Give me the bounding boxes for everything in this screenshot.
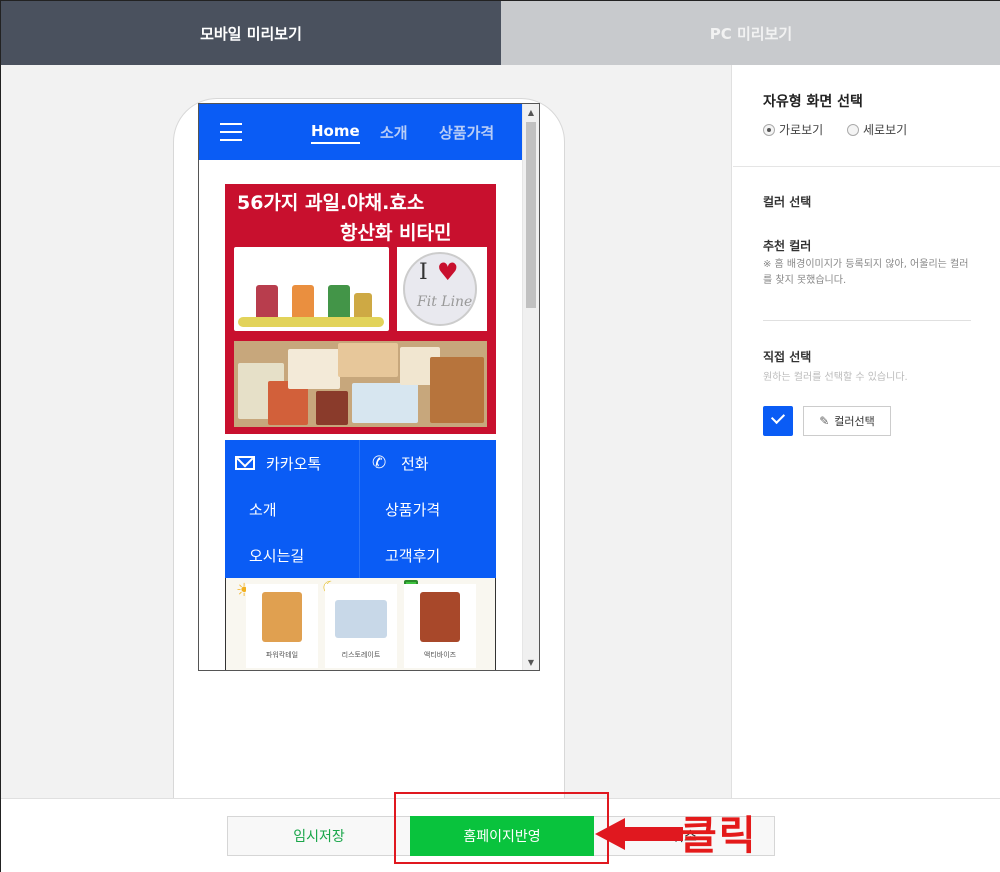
settings-panel: 자유형 화면 선택 가로보기 세로보기 컬러 선택 추천 컬러 ※ 홈 배경이미… xyxy=(733,65,1000,798)
radio-portrait[interactable]: 세로보기 xyxy=(847,121,907,138)
site-nav-bar: Home 소개 상품가격 xyxy=(199,104,522,160)
recommend-color-note: ※ 홈 배경이미지가 등록되지 않아, 어울리는 컬러를 찾지 못했습니다. xyxy=(763,259,969,286)
radio-landscape-label: 가로보기 xyxy=(779,123,824,137)
screen-scrollbar[interactable]: ▲ ▼ xyxy=(522,104,539,670)
direct-select-title: 직접 선택 xyxy=(763,350,812,364)
radio-landscape[interactable]: 가로보기 xyxy=(763,121,823,138)
preview-tabs: 모바일 미리보기 PC 미리보기 xyxy=(1,1,1000,65)
tab-pc-preview[interactable]: PC 미리보기 xyxy=(501,1,1000,65)
scroll-thumb[interactable] xyxy=(526,122,536,308)
fitline-logo: I ♥ Fit Line xyxy=(403,252,477,326)
radio-selected-icon xyxy=(763,123,775,136)
site-nav-home[interactable]: Home xyxy=(311,122,360,144)
color-picker-button[interactable]: ✎ 컬러선택 xyxy=(803,406,891,436)
annotation-arrow-icon xyxy=(595,818,683,850)
site-nav-about[interactable]: 소개 xyxy=(380,122,408,143)
menu-reviews[interactable]: 고객후기 xyxy=(385,545,440,566)
tab-mobile-preview[interactable]: 모바일 미리보기 xyxy=(1,1,501,65)
radio-portrait-label: 세로보기 xyxy=(863,123,908,137)
color-select-title: 컬러 선택 xyxy=(763,195,812,209)
annotation-click-label: 클릭 xyxy=(680,813,758,859)
selected-color-swatch[interactable] xyxy=(763,406,793,436)
site-menu-grid: 카카오톡 ✆ 전화 소개 상품가격 오시는길 고객후기 xyxy=(225,440,496,578)
promo-banner: 56가지 과일.야채.효소 항산화 비타민 I ♥ Fit Line xyxy=(225,184,496,434)
product-name: 액티바이즈 xyxy=(423,651,457,659)
section-divider xyxy=(763,320,971,321)
menu-kakao[interactable]: 카카오톡 xyxy=(266,453,322,474)
annotation-highlight-box xyxy=(394,792,609,864)
menu-about[interactable]: 소개 xyxy=(249,499,277,520)
drinks-image xyxy=(234,247,389,331)
color-picker-label: 컬러선택 xyxy=(834,415,875,428)
product-name: 파워칵테일 xyxy=(265,651,299,659)
phone-icon: ✆ xyxy=(372,453,387,473)
banner-line-2: 항산화 비타민 xyxy=(340,222,452,244)
menu-divider xyxy=(359,440,360,578)
scroll-down-arrow-icon[interactable]: ▼ xyxy=(523,654,539,670)
menu-directions[interactable]: 오시는길 xyxy=(249,545,304,566)
site-nav-price[interactable]: 상품가격 xyxy=(439,122,494,143)
product-strip: ☀ ☾ 파워칵테일 리스토레이트 액티바이즈 xyxy=(225,578,496,670)
hamburger-menu-icon[interactable] xyxy=(220,123,242,141)
banner-line-1: 56가지 과일.야채.효소 xyxy=(237,192,425,214)
product-card[interactable]: 파워칵테일 xyxy=(246,584,318,668)
direct-select-note: 원하는 컬러를 선택할 수 있습니다. xyxy=(763,372,908,383)
mail-icon xyxy=(235,456,255,470)
scroll-up-arrow-icon[interactable]: ▲ xyxy=(523,104,539,120)
recommend-color-title: 추천 컬러 xyxy=(763,239,812,253)
product-card[interactable]: 리스토레이트 xyxy=(325,584,397,668)
temp-save-button[interactable]: 임시저장 xyxy=(227,816,411,856)
product-card[interactable]: 액티바이즈 xyxy=(404,584,476,668)
product-image xyxy=(420,592,460,642)
product-image xyxy=(335,600,387,638)
menu-call[interactable]: 전화 xyxy=(401,453,429,474)
fitline-logo-image: I ♥ Fit Line xyxy=(397,247,487,331)
screen-type-title: 자유형 화면 선택 xyxy=(763,94,863,110)
radio-unselected-icon xyxy=(847,123,859,136)
products-image xyxy=(234,341,487,427)
menu-price[interactable]: 상품가격 xyxy=(385,499,440,520)
phone-screen: Home 소개 상품가격 56가지 과일.야채.효소 항산화 비타민 I ♥ Fit… xyxy=(198,103,540,671)
product-image xyxy=(262,592,302,642)
eyedropper-icon: ✎ xyxy=(819,414,830,428)
panel-divider xyxy=(733,166,1000,167)
product-name: 리스토레이트 xyxy=(341,651,381,659)
